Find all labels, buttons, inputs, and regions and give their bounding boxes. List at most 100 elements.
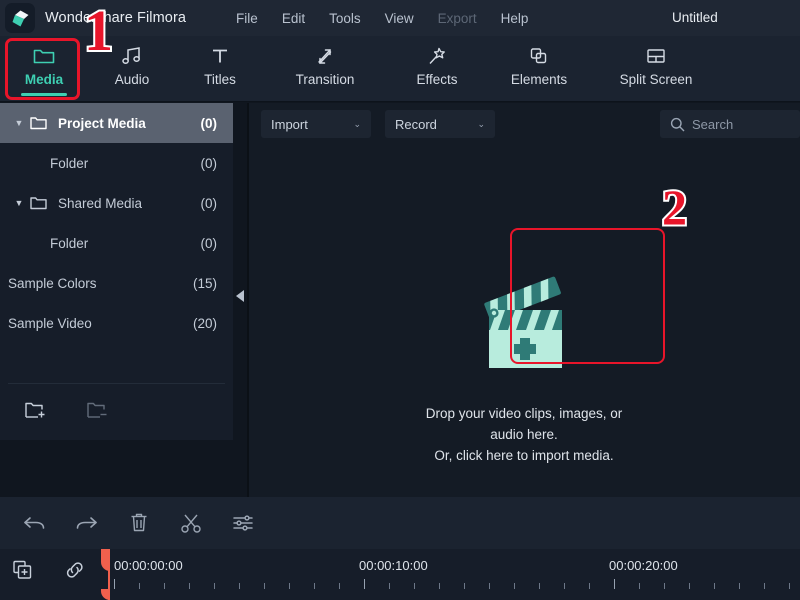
ruler-tick-minor — [564, 583, 565, 589]
link-clips-button[interactable] — [62, 557, 88, 583]
nav-tab-split-screen[interactable]: Split Screen — [590, 36, 722, 102]
search-input[interactable]: Search — [660, 110, 800, 138]
ruler-tick-minor — [514, 583, 515, 589]
media-panel-toolbar: Import ⌄ Record ⌄ Search — [249, 103, 800, 145]
nav-tab-audio[interactable]: Audio — [88, 36, 176, 102]
duplicate-track-button[interactable] — [10, 557, 36, 583]
sidebar-item-folder-2-count: (0) — [200, 235, 218, 251]
timeline-playhead[interactable] — [101, 549, 110, 600]
timeline-label-2: 00:00:20:00 — [609, 558, 678, 573]
ruler-tick-minor — [339, 583, 340, 589]
ruler-tick-minor — [689, 583, 690, 589]
import-dropdown[interactable]: Import ⌄ — [261, 110, 371, 138]
import-dropdown-label: Import — [271, 116, 308, 132]
music-note-icon — [121, 43, 143, 69]
ruler-tick-minor — [789, 583, 790, 589]
nav-tab-elements[interactable]: Elements — [488, 36, 590, 102]
sliders-icon — [233, 515, 253, 531]
sidebar-item-sample-colors-count: (15) — [192, 275, 217, 291]
redo-button[interactable] — [74, 510, 100, 536]
clapperboard-plus-icon — [464, 263, 584, 383]
folder-icon — [30, 196, 52, 210]
transition-arrows-icon — [314, 43, 336, 69]
settings-button[interactable] — [230, 510, 256, 536]
nav-tab-transition[interactable]: Transition — [264, 36, 386, 102]
menu-item-file[interactable]: File — [224, 11, 270, 26]
sidebar-item-project-media[interactable]: ▼ Project Media (0) — [0, 103, 233, 143]
sidebar-item-sample-colors-label: Sample Colors — [8, 275, 97, 291]
copy-squares-plus-icon — [13, 560, 32, 579]
folder-icon — [33, 43, 55, 69]
menu-item-help[interactable]: Help — [489, 11, 541, 26]
nav-tab-effects-label: Effects — [416, 72, 458, 87]
ruler-tick-minor — [164, 583, 165, 589]
import-media-dropzone[interactable]: Drop your video clips, images, or audio … — [409, 263, 639, 466]
delete-button[interactable] — [126, 510, 152, 536]
ruler-tick-minor — [314, 583, 315, 589]
ruler-tick-minor — [414, 583, 415, 589]
app-title: Wondershare Filmora — [45, 10, 187, 26]
playhead-handle-top — [101, 549, 110, 571]
dropzone-text: Drop your video clips, images, or audio … — [409, 403, 639, 466]
ruler-tick-minor — [239, 583, 240, 589]
sidebar-item-sample-colors[interactable]: Sample Colors (15) — [0, 263, 233, 303]
ruler-tick-minor — [189, 583, 190, 589]
nav-tab-effects[interactable]: Effects — [386, 36, 488, 102]
nav-tab-titles-label: Titles — [204, 72, 236, 87]
sidebar-collapse-toggle[interactable] — [234, 285, 246, 307]
main-nav-toolbar: Media Audio Titles Transition Effects El… — [0, 36, 800, 102]
collapse-left-arrow-icon — [236, 290, 244, 302]
ruler-tick-minor — [464, 583, 465, 589]
sidebar-item-shared-media-label: Shared Media — [58, 195, 143, 211]
nav-tab-titles[interactable]: Titles — [176, 36, 264, 102]
ruler-tick-minor — [214, 583, 215, 589]
media-browser-panel: Import ⌄ Record ⌄ Search Drop your video… — [249, 103, 800, 497]
document-title: Untitled — [672, 10, 718, 25]
media-content-area: Drop your video clips, images, or audio … — [249, 145, 800, 497]
dropzone-line-2: Or, click here to import media. — [434, 448, 614, 463]
folder-icon — [30, 116, 52, 130]
ruler-tick-minor — [489, 583, 490, 589]
ruler-tick-major — [114, 579, 115, 589]
ruler-tick-minor — [664, 583, 665, 589]
stacked-squares-icon — [528, 43, 550, 69]
timeline-bar: 00:00:00:00 00:00:10:00 00:00:20:00 — [0, 549, 800, 600]
undo-button[interactable] — [22, 510, 48, 536]
edit-toolbar — [0, 497, 800, 549]
filmora-window: Wondershare Filmora File Edit Tools View… — [0, 0, 800, 600]
sidebar-item-sample-video-count: (20) — [192, 315, 217, 331]
folder-plus-icon[interactable] — [24, 400, 48, 425]
folder-minus-icon[interactable] — [86, 400, 110, 425]
active-tab-underline — [21, 93, 67, 96]
sidebar-item-shared-media[interactable]: ▼ Shared Media (0) — [0, 183, 233, 223]
ruler-tick-minor — [589, 583, 590, 589]
menu-item-tools[interactable]: Tools — [317, 11, 373, 26]
chevron-down-icon: ⌄ — [353, 118, 361, 129]
sidebar-item-sample-video-label: Sample Video — [8, 315, 92, 331]
nav-tab-media[interactable]: Media — [0, 36, 88, 102]
text-t-icon — [210, 43, 230, 69]
search-input-placeholder: Search — [692, 116, 734, 132]
record-dropdown[interactable]: Record ⌄ — [385, 110, 495, 138]
timeline-ruler[interactable]: 00:00:00:00 00:00:10:00 00:00:20:00 — [101, 549, 800, 600]
nav-tab-audio-label: Audio — [114, 72, 150, 87]
chevron-down-icon[interactable]: ▼ — [8, 118, 30, 128]
chevron-down-icon[interactable]: ▼ — [8, 198, 30, 208]
magic-wand-icon — [426, 43, 448, 69]
ruler-tick-minor — [764, 583, 765, 589]
timeline-left-controls — [10, 557, 88, 583]
timeline-label-0: 00:00:00:00 — [114, 558, 183, 573]
sidebar-item-folder-1[interactable]: Folder (0) — [0, 143, 233, 183]
menu-item-edit[interactable]: Edit — [270, 11, 317, 26]
ruler-tick-major — [364, 579, 365, 589]
sidebar-item-project-media-label: Project Media — [58, 115, 146, 131]
redo-arrow-icon — [76, 517, 97, 529]
sidebar-item-sample-video[interactable]: Sample Video (20) — [0, 303, 233, 343]
split-button[interactable] — [178, 510, 204, 536]
filmora-diamond-logo-icon — [12, 10, 28, 26]
sidebar-item-folder-2[interactable]: Folder (0) — [0, 223, 233, 263]
sidebar-item-folder-1-count: (0) — [200, 155, 218, 171]
split-screen-icon — [644, 43, 668, 69]
nav-tab-elements-label: Elements — [510, 72, 568, 87]
menu-item-view[interactable]: View — [373, 11, 426, 26]
